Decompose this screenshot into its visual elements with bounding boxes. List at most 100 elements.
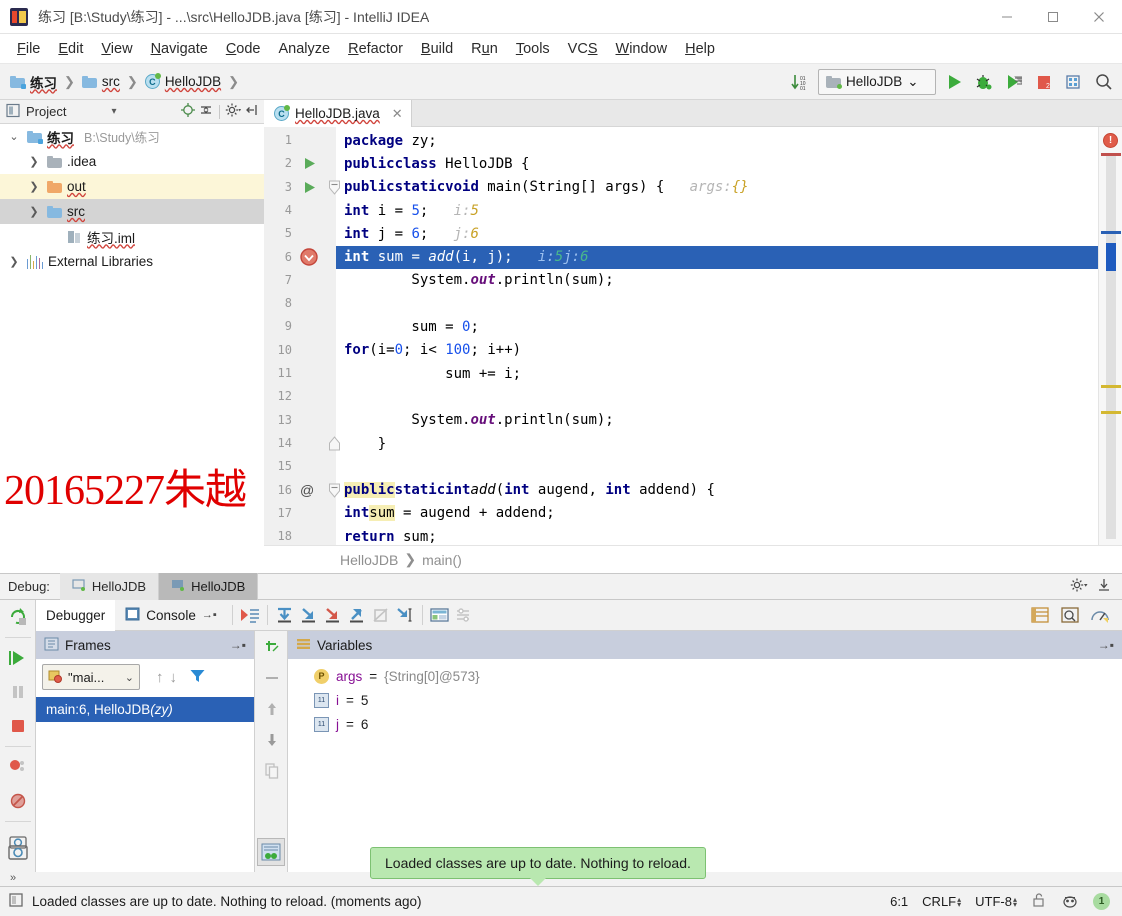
step-into-icon[interactable] [297,603,321,627]
variables-list[interactable]: Pargs = {String[0]@573} 11 i = 5 11 j = 6 [288,659,1122,736]
warning-marker[interactable] [1101,385,1121,388]
watches-panel-icon[interactable] [257,838,285,866]
code-line-17[interactable]: int sum = augend + addend; [336,502,1098,525]
tree-item-5[interactable]: ❯ External Libraries [0,249,264,274]
gutter-icons[interactable]: 1 2 3 4 5 6 7 8 9 10 11 12 13 14 15 16 @17 18 [264,127,340,545]
resume-icon[interactable] [0,641,36,675]
code-lines[interactable]: package zy; public class HelloJDB { publi… [336,127,1098,545]
tree-item-2[interactable]: ❯ out [0,174,264,199]
add-watch-icon[interactable] [255,631,288,662]
line-separator-selector[interactable]: CRLF ▴ ▾ [922,894,961,909]
code-line-14[interactable]: } [336,432,1098,455]
tree-item-4[interactable]: 练习.iml [0,224,264,249]
minimize-button[interactable] [984,0,1030,34]
menu-item-edit[interactable]: Edit [49,38,92,60]
chevron-right-icon[interactable]: ❯ [26,205,42,218]
menu-item-vcs[interactable]: VCS [559,38,607,60]
code-line-8[interactable] [336,292,1098,315]
mute-breakpoints-icon[interactable] [0,784,36,818]
stop-icon[interactable]: 2 [1032,70,1056,94]
debug-session-tab-1[interactable]: HelloJDB [59,573,160,600]
force-step-into-icon[interactable] [321,603,345,627]
menu-item-help[interactable]: Help [676,38,724,60]
fold-end-icon[interactable] [328,436,341,455]
variable-row[interactable]: 11 i = 5 [288,688,1122,712]
expand-more-icon[interactable]: » [10,872,16,884]
tree-item-0[interactable]: ⌄ 练习 B:\Study\练习 [0,124,264,149]
mute-breakpoints-icon[interactable] [238,603,262,627]
code-line-11[interactable]: sum += i; [336,362,1098,385]
menu-item-window[interactable]: Window [607,38,677,60]
chevron-right-icon[interactable]: ❯ [6,255,22,268]
menu-item-navigate[interactable]: Navigate [142,38,217,60]
chevron-down-icon[interactable]: ⌄ [6,130,22,143]
code-line-12[interactable] [336,385,1098,408]
pin-icon[interactable]: →▪ [1098,638,1114,652]
code-line-10[interactable]: for (i= 0; i< 100; i++) [336,339,1098,362]
debug-icon[interactable] [972,70,996,94]
breadcrumb-class-name[interactable]: HelloJDB [340,552,398,568]
tree-item-1[interactable]: ❯ .idea [0,149,264,174]
hide-icon[interactable] [244,102,260,121]
build-icon[interactable] [1062,70,1086,94]
pin-icon[interactable]: →▪ [230,638,246,652]
warning-marker[interactable] [1101,411,1121,414]
breadcrumb-src[interactable]: src [80,72,122,91]
debug-bottom-icon[interactable] [4,838,32,866]
breadcrumb-method-name[interactable]: main() [422,552,462,568]
editor-tab-hellojdb[interactable]: C HelloJDB.java ✕ [264,100,412,127]
chevron-right-icon[interactable]: ❯ [26,180,42,193]
pause-icon[interactable] [0,675,36,709]
variable-row[interactable]: Pargs = {String[0]@573} [288,664,1122,688]
code-line-1[interactable]: package zy; [336,129,1098,152]
error-marker[interactable] [1101,153,1121,156]
scrollbar-thumb[interactable] [1106,243,1116,271]
code-line-9[interactable]: sum = 0; [336,315,1098,338]
error-badge[interactable]: ! [1103,133,1118,148]
breakpoint-icon[interactable] [300,247,318,269]
code-editor[interactable]: package zy; public class HelloJDB { publi… [264,127,1122,545]
code-line-15[interactable] [336,455,1098,478]
inspect-icon[interactable] [1058,603,1082,627]
breadcrumb-project[interactable]: 练习 [8,70,59,94]
frame-down-icon[interactable]: ↓ [170,669,178,686]
sort-icon[interactable]: 01 10 01 [788,70,812,94]
menu-item-run[interactable]: Run [462,38,507,60]
inspector-icon[interactable] [1061,891,1079,912]
gear-icon[interactable] [1070,577,1088,596]
encoding-selector[interactable]: UTF-8 ▴ ▾ [975,894,1017,909]
menu-item-view[interactable]: View [92,38,141,60]
scrollbar-track[interactable] [1106,153,1116,539]
run-icon[interactable] [942,70,966,94]
notification-balloon[interactable]: Loaded classes are up to date. Nothing t… [370,847,706,886]
close-button[interactable] [1076,0,1122,34]
evaluate-icon[interactable] [428,603,452,627]
debug-session-tab-2[interactable]: HelloJDB [159,573,259,600]
menu-item-refactor[interactable]: Refactor [339,38,412,60]
variables-panel[interactable]: Variables →▪ Pargs = {String[0]@573} 11 i = 5 1… [288,631,1122,872]
tree-item-3[interactable]: ❯ src [0,199,264,224]
drop-frame-icon[interactable] [369,603,393,627]
run-to-cursor-icon[interactable] [393,603,417,627]
code-line-3[interactable]: public static void main(String[] args) {… [336,176,1098,199]
stack-frame-row[interactable]: main:6, HelloJDB (zy) [36,697,254,722]
chevron-down-icon[interactable]: ▾ [111,106,116,117]
chevron-right-icon[interactable]: ❯ [26,155,42,168]
editor-scrollbar[interactable]: ! [1098,127,1122,545]
fold-start-icon[interactable] [328,483,341,502]
filter-icon[interactable] [189,668,206,687]
code-line-6[interactable]: int sum = add (i, j); i: 5 j: 6 [336,245,1098,269]
pin-icon[interactable]: →▪ [202,609,217,621]
run-coverage-icon[interactable] [1002,70,1026,94]
variable-row[interactable]: 11 j = 6 [288,712,1122,736]
hide-icon[interactable] [1096,577,1112,596]
code-line-5[interactable]: int j = 6; j: 6 [336,222,1098,245]
profiler-icon[interactable] [1088,603,1112,627]
step-out-icon[interactable] [345,603,369,627]
fold-start-icon[interactable] [328,180,341,199]
up-icon[interactable] [255,693,288,724]
code-line-18[interactable]: return sum; [336,525,1098,545]
step-over-icon[interactable] [273,603,297,627]
code-line-2[interactable]: public class HelloJDB { [336,152,1098,175]
menu-item-tools[interactable]: Tools [507,38,559,60]
